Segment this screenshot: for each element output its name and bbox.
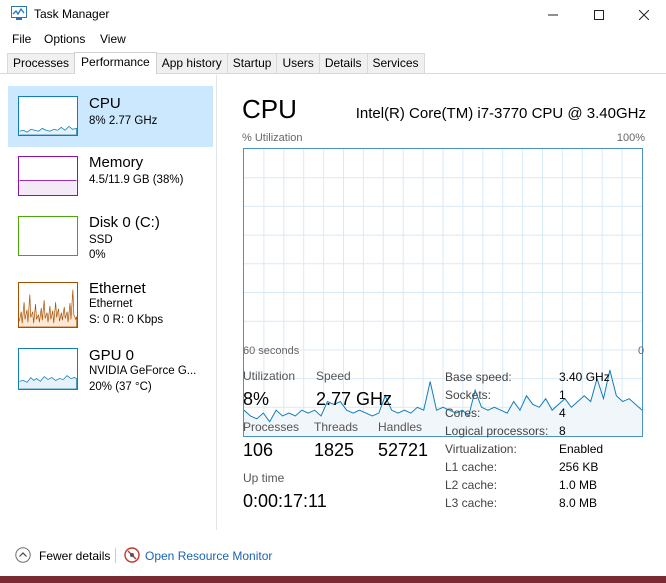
window-title: Task Manager — [34, 7, 110, 21]
speed-label: Speed — [316, 369, 351, 383]
spec-value: 8.0 MB — [559, 496, 598, 510]
resource-sub-2: 0% — [89, 249, 106, 261]
tab-app-history[interactable]: App history — [155, 53, 228, 74]
gpu-thumbnail-graph — [18, 348, 78, 390]
ethernet-thumbnail-graph — [18, 282, 78, 328]
spec-value: 256 KB — [559, 460, 599, 474]
resource-sub: 4.5/11.9 GB (38%) — [89, 174, 184, 186]
task-manager-icon — [11, 6, 27, 20]
resource-sub: SSD — [89, 234, 113, 246]
handles-value: 52721 — [378, 440, 429, 460]
spec-value: 4 — [559, 406, 566, 420]
tab-strip: Processes Performance App history Startu… — [7, 52, 425, 74]
utilization-label: Utilization — [243, 369, 296, 383]
chevron-up-icon[interactable] — [15, 547, 31, 563]
processes-label: Processes — [243, 420, 300, 434]
resource-cpu[interactable]: CPU 8% 2.77 GHz — [8, 86, 213, 147]
tab-services[interactable]: Services — [366, 53, 425, 74]
tab-details[interactable]: Details — [318, 53, 368, 74]
minimize-button[interactable] — [530, 0, 576, 29]
tab-performance[interactable]: Performance — [74, 52, 157, 74]
y-axis-max: 100% — [616, 132, 645, 144]
resource-monitor-icon[interactable] — [124, 547, 140, 563]
resource-ethernet[interactable]: Ethernet Ethernet S: 0 R: 0 Kbps — [8, 275, 213, 336]
spec-value: 1 — [559, 388, 566, 402]
spec-value: 8 — [559, 424, 566, 438]
close-icon — [639, 9, 649, 20]
resource-sub: 8% 2.77 GHz — [89, 115, 158, 127]
speed-value: 2.77 GHz — [316, 389, 393, 409]
resource-name: Ethernet — [89, 280, 146, 297]
menu-bar: File Options View — [0, 30, 666, 48]
x-axis-start-label: 60 seconds — [243, 345, 300, 357]
menu-file[interactable]: File — [12, 32, 31, 46]
tab-users[interactable]: Users — [276, 53, 320, 74]
spec-label: Virtualization: — [445, 442, 517, 456]
task-manager-window: Task Manager File Options View Processes… — [0, 0, 666, 583]
uptime-label: Up time — [243, 471, 285, 485]
disk-thumbnail-graph — [18, 216, 78, 256]
title-bar: Task Manager — [0, 0, 666, 29]
spec-label: Base speed: — [445, 370, 512, 384]
open-resource-monitor-link[interactable]: Open Resource Monitor — [145, 549, 272, 563]
cpu-model-name: Intel(R) Core(TM) i7-3770 CPU @ 3.40GHz — [355, 105, 646, 122]
footer-separator — [115, 548, 116, 563]
maximize-button[interactable] — [576, 0, 622, 29]
tab-processes[interactable]: Processes — [7, 53, 76, 74]
x-axis-end-label: 0 — [638, 345, 645, 357]
resource-name: Memory — [89, 154, 144, 171]
spec-value: 1.0 MB — [559, 478, 598, 492]
resource-list: CPU 8% 2.77 GHz Memory 4.5/11.9 GB (38%)… — [8, 84, 214, 529]
menu-options[interactable]: Options — [44, 32, 85, 46]
handles-label: Handles — [378, 420, 423, 434]
cpu-thumbnail-graph — [18, 96, 78, 136]
threads-label: Threads — [314, 420, 359, 434]
resource-sub: NVIDIA GeForce G... — [89, 365, 197, 377]
resource-name: Disk 0 (C:) — [89, 214, 160, 231]
y-axis-label: % Utilization — [242, 132, 303, 144]
resource-gpu[interactable]: GPU 0 NVIDIA GeForce G... 20% (37 °C) — [8, 340, 213, 401]
close-button[interactable] — [621, 0, 666, 29]
cpu-detail-panel: CPU Intel(R) Core(TM) i7-3770 CPU @ 3.40… — [242, 94, 652, 534]
resource-name: GPU 0 — [89, 347, 135, 364]
resource-memory[interactable]: Memory 4.5/11.9 GB (38%) — [8, 147, 213, 208]
footer-bar: Fewer details Open Resource Monitor — [0, 538, 666, 578]
spec-label: Logical processors: — [445, 424, 549, 438]
threads-value: 1825 — [314, 440, 355, 460]
panel-divider — [216, 75, 217, 530]
resource-sub-2: 20% (37 °C) — [89, 381, 152, 393]
spec-value: Enabled — [559, 442, 604, 456]
fewer-details-link[interactable]: Fewer details — [39, 549, 110, 563]
minimize-icon — [548, 14, 558, 15]
cpu-utilization-graph — [243, 148, 643, 437]
spec-value: 3.40 GHz — [559, 370, 610, 384]
spec-label: L3 cache: — [445, 496, 498, 510]
spec-label: L2 cache: — [445, 478, 498, 492]
maximize-icon — [594, 9, 604, 20]
spec-label: L1 cache: — [445, 460, 498, 474]
spec-label: Sockets: — [445, 388, 492, 402]
memory-thumbnail-graph — [18, 156, 78, 196]
resource-disk[interactable]: Disk 0 (C:) SSD 0% — [8, 210, 213, 271]
processes-value: 106 — [243, 440, 274, 460]
resource-name: CPU — [89, 95, 121, 112]
tab-startup[interactable]: Startup — [226, 53, 278, 74]
desktop-background — [0, 576, 666, 583]
menu-view[interactable]: View — [100, 32, 126, 46]
resource-sub-2: S: 0 R: 0 Kbps — [89, 314, 164, 326]
utilization-value: 8% — [243, 389, 270, 409]
spec-label: Cores: — [445, 406, 481, 420]
uptime-value: 0:00:17:11 — [243, 491, 327, 511]
detail-title: CPU — [242, 94, 297, 124]
resource-sub: Ethernet — [89, 298, 133, 310]
